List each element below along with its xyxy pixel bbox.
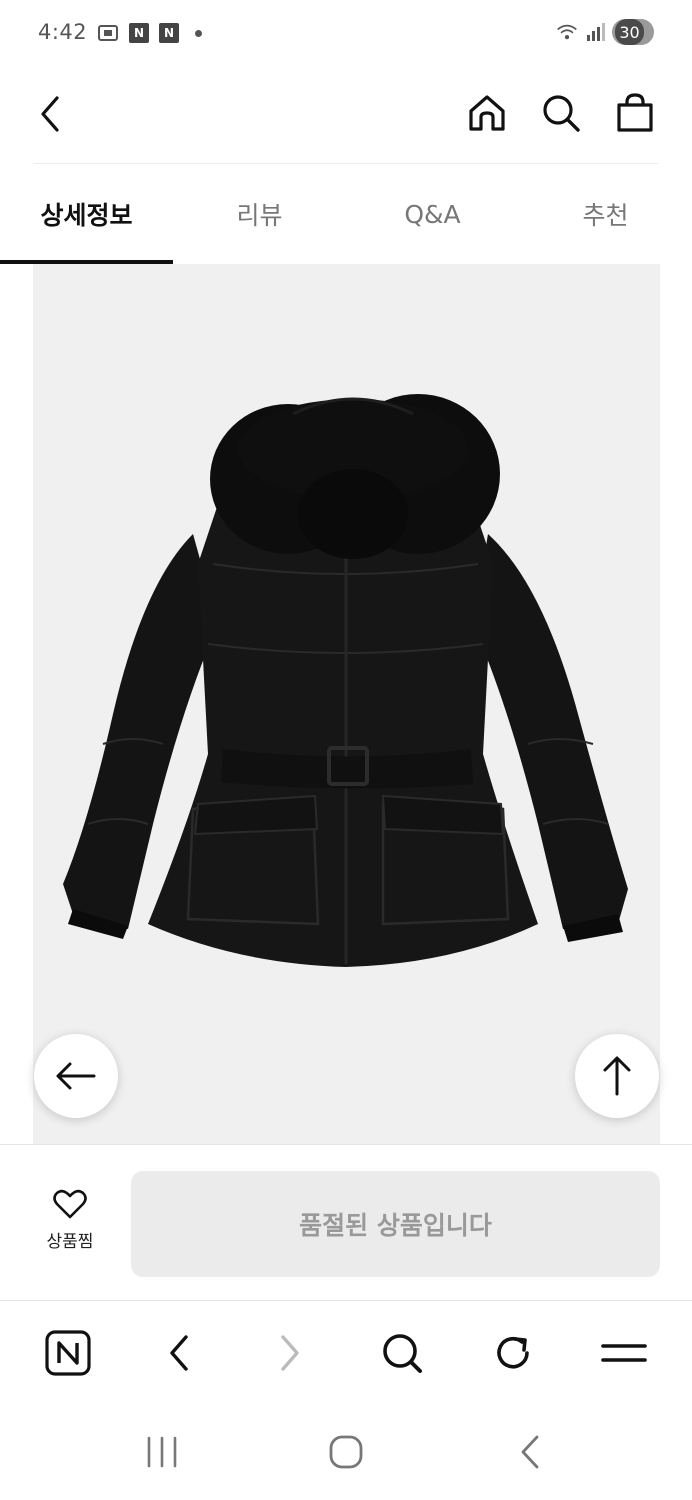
status-icons-right: 30	[556, 19, 654, 45]
prev-image-button[interactable]	[34, 1034, 118, 1118]
header-actions	[464, 90, 658, 136]
tab-bar: 상세정보 리뷰 Q&A 추천	[0, 164, 692, 264]
search-icon	[543, 95, 580, 132]
status-bar: 4:42 N N 30	[0, 0, 692, 68]
cart-button[interactable]	[612, 90, 658, 136]
browser-forward-button[interactable]	[260, 1323, 320, 1383]
menu-icon	[601, 1343, 648, 1362]
browser-back-icon	[170, 1334, 188, 1371]
browser-bar	[0, 1300, 692, 1404]
system-nav	[0, 1404, 692, 1500]
home-circle-icon	[329, 1435, 363, 1469]
arrow-left-icon	[56, 1062, 96, 1090]
scroll-top-button[interactable]	[575, 1034, 659, 1118]
wishlist-label: 상품찜	[46, 1232, 94, 1252]
tab-reviews[interactable]: 리뷰	[173, 164, 346, 264]
notification-dot-icon	[195, 29, 202, 37]
system-back-icon	[521, 1435, 539, 1469]
tab-detail-info[interactable]: 상세정보	[0, 164, 173, 264]
tab-recommend[interactable]: 추천	[519, 164, 692, 264]
home-icon	[469, 95, 505, 131]
recent-apps-button[interactable]	[132, 1422, 192, 1482]
puffer-jacket-image	[63, 394, 628, 967]
status-time: 4:42	[38, 20, 88, 44]
product-image	[33, 264, 660, 1144]
system-home-button[interactable]	[316, 1422, 376, 1482]
app-header	[0, 68, 692, 164]
heart-icon	[53, 1189, 87, 1219]
soldout-button[interactable]: 품절된 상품입니다	[131, 1171, 660, 1277]
browser-back-button[interactable]	[149, 1323, 209, 1383]
naver-n-icon: N	[159, 23, 179, 43]
naver-home-icon	[45, 1329, 91, 1376]
menu-button[interactable]	[594, 1323, 654, 1383]
signal-icon	[584, 21, 606, 43]
arrow-up-icon	[603, 1056, 631, 1096]
screenshot-icon	[97, 22, 119, 44]
tab-qna[interactable]: Q&A	[346, 164, 519, 264]
browser-forward-icon	[281, 1334, 300, 1371]
recent-apps-icon	[147, 1436, 177, 1468]
back-button[interactable]	[28, 90, 72, 138]
shopping-bag-icon	[617, 93, 653, 132]
wifi-icon	[556, 21, 578, 43]
status-icons-left: N N	[97, 22, 202, 44]
naver-home-button[interactable]	[38, 1323, 98, 1383]
system-back-button[interactable]	[500, 1422, 560, 1482]
battery-level: 30	[615, 19, 644, 45]
refresh-button[interactable]	[483, 1323, 543, 1383]
wishlist-button[interactable]: 상품찜	[30, 1189, 110, 1252]
home-button[interactable]	[464, 90, 510, 136]
refresh-icon	[497, 1336, 529, 1369]
browser-search-icon	[382, 1333, 422, 1373]
naver-n-icon: N	[129, 23, 149, 43]
search-button[interactable]	[538, 90, 584, 136]
battery-icon: 30	[612, 19, 654, 45]
purchase-bar: 상품찜 품절된 상품입니다	[0, 1144, 692, 1300]
back-arrow-icon	[41, 96, 59, 132]
browser-search-button[interactable]	[372, 1323, 432, 1383]
